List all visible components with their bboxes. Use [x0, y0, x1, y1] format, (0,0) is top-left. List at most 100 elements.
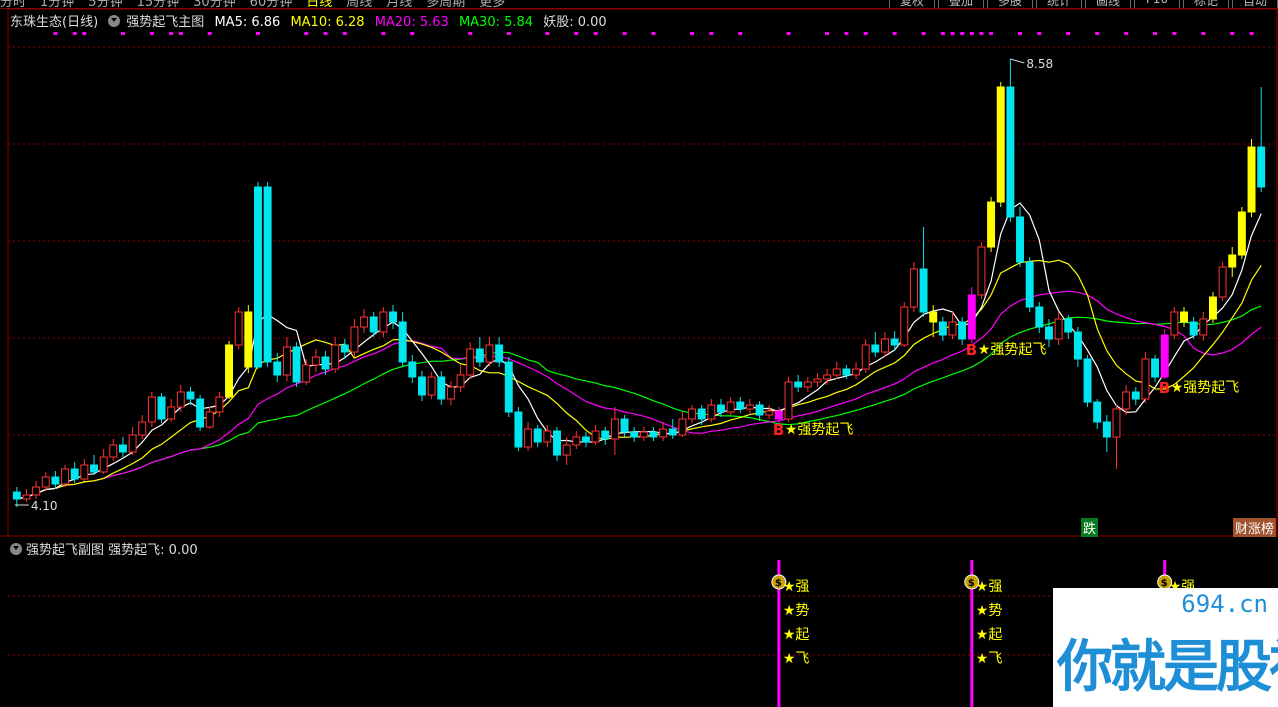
candle-body: [688, 408, 697, 420]
candle-body: [379, 311, 388, 333]
main-indicator-name: 强势起飞主图: [126, 15, 205, 30]
fall-tag[interactable]: 跌: [1081, 518, 1099, 537]
sub-signal-char: ★起: [976, 627, 1003, 643]
candle-body: [630, 431, 639, 438]
sub-signal-char: ★强: [976, 579, 1003, 595]
candle-body: [958, 321, 967, 340]
candle-body: [977, 246, 986, 296]
candle-body: [1170, 311, 1179, 336]
candle-body: [620, 418, 629, 433]
candle-body: [1247, 146, 1256, 213]
rank-tag[interactable]: 财涨榜: [1233, 518, 1277, 537]
candle-body: [331, 344, 340, 370]
candle-body: [311, 356, 320, 366]
candle-body: [408, 361, 417, 378]
yaogu-mark: [323, 32, 328, 35]
high-price-label: 8.58: [1026, 57, 1053, 71]
candle-body: [813, 378, 822, 383]
candle-body: [572, 436, 581, 446]
candle-body: [360, 316, 369, 328]
yaogu-mark: [1153, 32, 1158, 35]
candle-body: [90, 464, 98, 473]
candle-body: [668, 428, 677, 436]
candle-body: [967, 294, 976, 340]
yaogu-mark: [410, 32, 415, 35]
indicator-toggle-icon[interactable]: [108, 15, 121, 27]
ma5-value: MA5: 6.86: [214, 15, 281, 30]
yaogu-mark: [1066, 32, 1071, 35]
candle-body: [1122, 391, 1131, 410]
candle-body: [562, 444, 571, 456]
candle-body: [745, 404, 754, 410]
candle-body: [639, 431, 648, 438]
candle-body: [1208, 296, 1217, 320]
candle-body: [167, 406, 176, 420]
yaogu-mark: [72, 32, 77, 35]
yaogu-mark: [1249, 32, 1254, 35]
candle-body: [350, 326, 359, 353]
low-price-label: 4.10: [31, 499, 58, 513]
candle-body: [466, 348, 475, 376]
candle-body: [765, 410, 774, 416]
yaogu-mark: [1124, 32, 1129, 35]
candle-body: [80, 464, 89, 480]
yaogu-mark: [709, 32, 714, 35]
yaogu-mark: [1095, 32, 1100, 35]
candle-body: [996, 86, 1005, 203]
candle-body: [70, 468, 79, 480]
candle-body: [1102, 421, 1111, 438]
candle-body: [1141, 358, 1150, 400]
candle-body: [533, 428, 542, 443]
candle-body: [1180, 311, 1188, 323]
candle-body: [890, 338, 899, 346]
yaogu-mark: [169, 32, 174, 35]
candle-body: [948, 321, 957, 336]
candle-body: [987, 201, 996, 248]
candle-body: [1218, 266, 1227, 298]
candle-body: [263, 186, 272, 363]
main-panel-frame: [7, 8, 1278, 537]
candle-body: [41, 476, 50, 488]
candle-body: [234, 311, 243, 346]
yaogu-mark: [950, 32, 955, 35]
candle-body: [282, 346, 291, 376]
yaogu-mark: [979, 32, 984, 35]
candle-body: [1131, 391, 1140, 400]
sub-indicator-toggle-icon[interactable]: [10, 543, 22, 555]
sub-indicator-value: 强势起飞: 0.00: [108, 543, 198, 558]
candle-body: [302, 364, 311, 383]
yaogu-mark: [921, 32, 926, 35]
candle-body: [215, 396, 224, 413]
candle-body: [823, 374, 832, 380]
yaogu-mark: [381, 32, 386, 35]
candle-body: [22, 494, 31, 500]
ma10-line: [16, 259, 1262, 500]
candle-body: [1035, 306, 1044, 328]
candle-body: [196, 398, 205, 428]
candle-body: [726, 401, 735, 413]
candle-body: [1237, 211, 1246, 256]
candle-body: [900, 306, 909, 346]
yaogu-mark: [940, 32, 945, 35]
candle-body: [794, 381, 803, 388]
yaogu-mark: [468, 32, 473, 35]
candle-body: [12, 491, 21, 500]
buy-signal-text: ★强势起飞: [785, 422, 854, 438]
watermark-title: 你就是股神: [1057, 635, 1278, 700]
yaogu-mark: [82, 32, 87, 35]
candle-body: [678, 418, 687, 436]
candle-body: [1093, 401, 1102, 423]
high-marker: [1010, 58, 1025, 64]
candle-body: [707, 404, 716, 420]
candle-body: [1083, 358, 1092, 403]
candle-body: [340, 344, 349, 353]
yaogu-value: 妖股: 0.00: [543, 15, 607, 30]
candle-body: [1199, 318, 1208, 336]
candle-body: [832, 368, 841, 376]
candle-body: [852, 368, 861, 376]
candle-body: [784, 381, 793, 420]
candle-body: [398, 321, 407, 363]
candle-body: [1189, 321, 1198, 336]
money-bag-symbol: $: [775, 578, 782, 589]
candle-body: [389, 311, 397, 323]
